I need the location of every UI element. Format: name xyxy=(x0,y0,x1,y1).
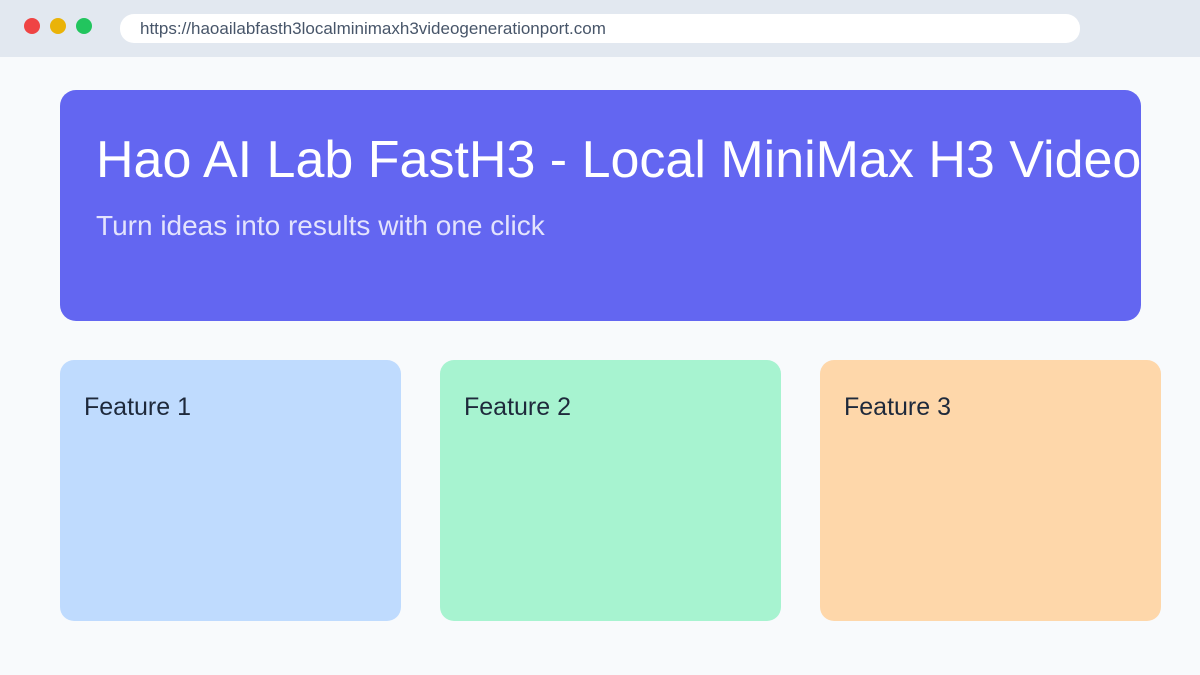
browser-toolbar: https://haoailabfasth3localminimaxh3vide… xyxy=(0,0,1200,57)
feature-card-title: Feature 3 xyxy=(844,393,952,421)
hero-subtitle: Turn ideas into results with one click xyxy=(96,210,545,241)
feature-card-title: Feature 2 xyxy=(464,393,572,421)
feature-card-2[interactable]: Feature 2 xyxy=(440,360,781,621)
feature-card-1[interactable]: Feature 1 xyxy=(60,360,401,621)
window-close-button[interactable] xyxy=(24,18,40,34)
window-minimize-button[interactable] xyxy=(50,18,66,34)
feature-card-title: Feature 1 xyxy=(84,393,192,421)
feature-card-3[interactable]: Feature 3 xyxy=(820,360,1161,621)
hero-banner: Hao AI Lab FastH3 - Local MiniMax H3 Vid… xyxy=(60,90,1141,321)
hero-title: Hao AI Lab FastH3 - Local MiniMax H3 Vid… xyxy=(96,131,1141,189)
address-bar[interactable]: https://haoailabfasth3localminimaxh3vide… xyxy=(120,14,1080,43)
window-maximize-button[interactable] xyxy=(76,18,92,34)
